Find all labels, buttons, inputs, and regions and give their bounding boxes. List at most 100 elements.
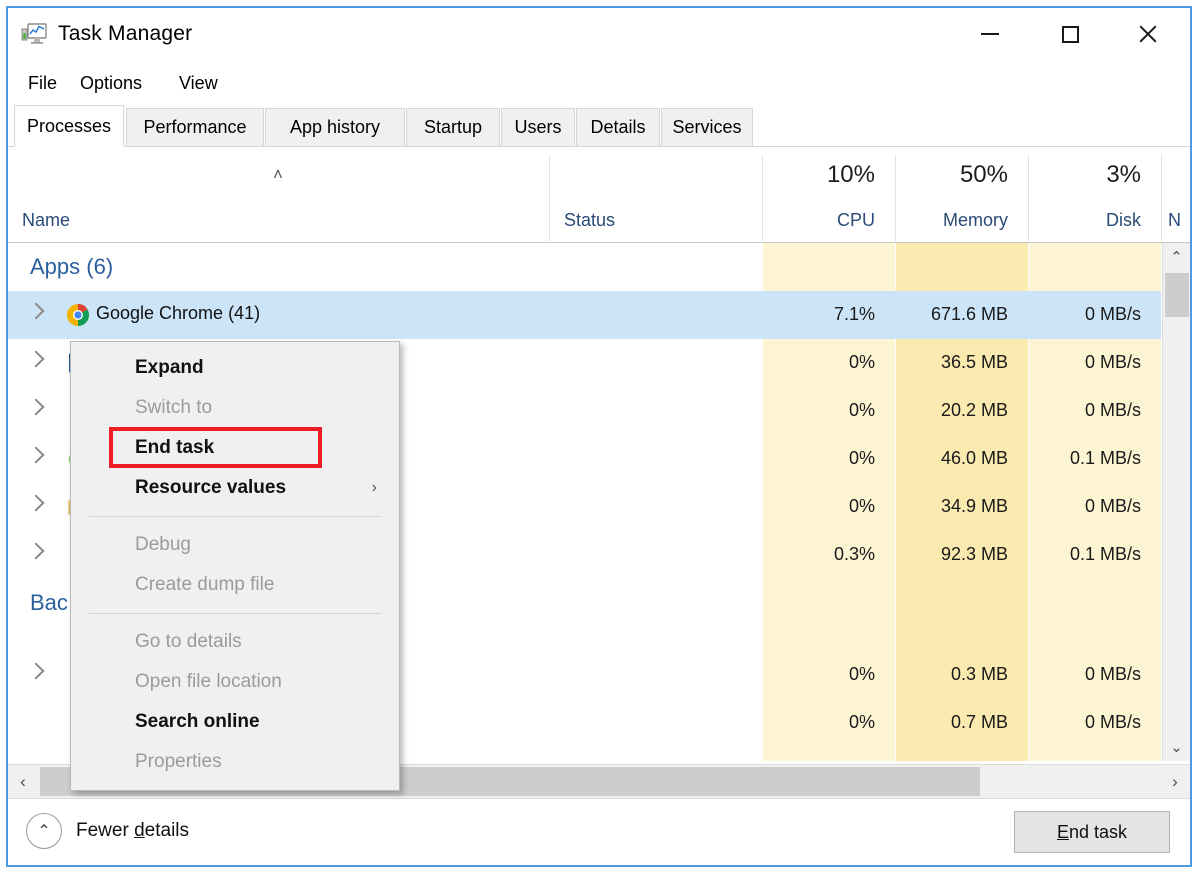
table-row[interactable]: Google Chrome (41) 7.1% 671.6 MB 0 MB/s xyxy=(8,291,1161,339)
expand-chevron-icon[interactable] xyxy=(27,542,45,560)
context-menu-item-switch-to: Switch to xyxy=(135,397,213,418)
menu-view[interactable]: View xyxy=(173,70,224,97)
tab-processes[interactable]: Processes xyxy=(14,105,124,147)
task-manager-window: Task Manager File Options View Processes… xyxy=(6,6,1192,867)
context-menu-separator xyxy=(89,516,381,517)
disk-value: 0.1 MB/s xyxy=(1069,448,1141,468)
fewer-details-button[interactable]: ⌃ Fewer details xyxy=(26,813,189,849)
expand-chevron-icon[interactable] xyxy=(27,398,45,416)
expand-chevron-icon[interactable] xyxy=(27,350,45,368)
memory-value: 36.5 MB xyxy=(940,352,1008,372)
maximize-button[interactable] xyxy=(1034,8,1106,60)
memory-value: 671.6 MB xyxy=(930,304,1008,324)
disk-value: 0.1 MB/s xyxy=(1069,544,1141,564)
disk-value: 0 MB/s xyxy=(1084,664,1141,684)
column-header-cpu[interactable]: CPU xyxy=(763,210,875,231)
context-menu-separator xyxy=(89,613,381,614)
column-header-status[interactable]: Status xyxy=(564,210,615,231)
memory-value: 46.0 MB xyxy=(940,448,1008,468)
menu-file[interactable]: File xyxy=(22,70,63,97)
column-header-memory[interactable]: Memory xyxy=(896,210,1008,231)
expand-chevron-icon[interactable] xyxy=(27,662,45,680)
column-header-name[interactable]: Name xyxy=(22,210,70,231)
column-divider[interactable] xyxy=(549,155,550,241)
cpu-value: 7.1% xyxy=(833,304,875,324)
column-header-disk[interactable]: Disk xyxy=(1029,210,1141,231)
expand-chevron-icon[interactable] xyxy=(27,446,45,464)
disk-value: 0 MB/s xyxy=(1084,712,1141,732)
disk-value: 0 MB/s xyxy=(1084,400,1141,420)
minimize-button[interactable] xyxy=(954,8,1026,60)
vertical-scroll-thumb[interactable] xyxy=(1165,273,1189,317)
fewer-details-label: Fewer details xyxy=(76,820,189,842)
sort-ascending-icon: ˄ xyxy=(273,165,283,184)
cpu-value: 0% xyxy=(848,712,875,732)
process-name: Google Chrome (41) xyxy=(96,303,261,323)
context-menu-item-resource-values[interactable]: Resource values › xyxy=(71,468,399,508)
tab-app-history[interactable]: App history xyxy=(265,108,405,147)
column-header-network[interactable]: N xyxy=(1168,210,1181,231)
menu-options[interactable]: Options xyxy=(74,70,148,97)
cpu-value: 0% xyxy=(848,664,875,684)
scroll-down-icon[interactable]: ⌄ xyxy=(1163,733,1190,761)
column-divider[interactable] xyxy=(1161,155,1162,241)
task-manager-icon xyxy=(20,21,48,47)
context-menu-item-debug: Debug xyxy=(135,534,191,555)
memory-value: 0.3 MB xyxy=(950,664,1008,684)
status-bar: ⌃ Fewer details End task xyxy=(8,798,1190,865)
context-menu-item-search-online[interactable]: Search online xyxy=(71,702,399,742)
disk-value: 0 MB/s xyxy=(1084,496,1141,516)
close-icon xyxy=(1137,23,1159,45)
end-task-button[interactable]: End task xyxy=(1014,811,1170,853)
menu-bar: File Options View xyxy=(8,60,1190,104)
tab-users[interactable]: Users xyxy=(501,108,575,147)
tab-startup[interactable]: Startup xyxy=(406,108,500,147)
memory-total-percent: 50% xyxy=(959,161,1008,188)
scroll-right-icon[interactable]: › xyxy=(1160,765,1190,798)
context-menu-item-expand[interactable]: Expand xyxy=(71,348,399,388)
window-title: Task Manager xyxy=(58,22,193,45)
disk-total-percent: 3% xyxy=(1106,161,1141,188)
group-header-apps: Apps (6) xyxy=(8,243,1161,291)
memory-value: 0.7 MB xyxy=(950,712,1008,732)
fewer-details-accel: d xyxy=(134,820,145,841)
cpu-value: 0% xyxy=(848,448,875,468)
expand-chevron-icon[interactable] xyxy=(27,494,45,512)
memory-value: 20.2 MB xyxy=(940,400,1008,420)
context-menu-item-open-file-location: Open file location xyxy=(135,671,282,692)
chevron-up-circle-icon: ⌃ xyxy=(26,813,62,849)
scroll-left-icon[interactable]: ‹ xyxy=(8,765,38,798)
end-task-button-label: End task xyxy=(1057,822,1127,843)
close-button[interactable] xyxy=(1112,8,1184,60)
cpu-total-percent: 10% xyxy=(826,161,875,188)
memory-value: 34.9 MB xyxy=(940,496,1008,516)
tab-services[interactable]: Services xyxy=(661,108,753,147)
tab-performance[interactable]: Performance xyxy=(126,108,264,147)
context-menu-item-resource-values-label: Resource values xyxy=(135,477,287,498)
cpu-value: 0% xyxy=(848,496,875,516)
expand-chevron-icon[interactable] xyxy=(27,302,45,320)
fewer-details-prefix: Fewer xyxy=(76,820,135,841)
group-label: Apps (6) xyxy=(30,254,114,279)
context-menu-item-create-dump-file: Create dump file xyxy=(135,574,275,595)
context-menu-item-go-to-details: Go to details xyxy=(135,631,242,652)
chevron-right-icon: › xyxy=(371,479,377,496)
tab-details[interactable]: Details xyxy=(576,108,660,147)
context-menu-item-end-task[interactable]: End task xyxy=(71,428,399,468)
vertical-scrollbar[interactable]: ⌃ ⌄ xyxy=(1162,243,1190,761)
group-label: Bac xyxy=(30,590,68,615)
minimize-icon xyxy=(981,33,999,35)
chrome-icon xyxy=(66,303,90,327)
memory-value: 92.3 MB xyxy=(940,544,1008,564)
scroll-up-icon[interactable]: ⌃ xyxy=(1163,243,1190,271)
end-task-accel: E xyxy=(1056,821,1069,842)
tab-strip: Processes Performance App history Startu… xyxy=(8,104,1190,147)
context-menu-item-properties: Properties xyxy=(135,751,222,772)
maximize-icon xyxy=(1061,25,1079,43)
end-task-rest: nd task xyxy=(1068,821,1128,842)
title-bar: Task Manager xyxy=(8,8,1190,60)
fewer-details-suffix: etails xyxy=(144,820,190,841)
context-menu: Expand Switch to End task Resource value… xyxy=(70,341,400,791)
table-header: ˄ Name Status 10% CPU 50% Memory 3% Disk… xyxy=(8,147,1190,243)
cpu-value: 0% xyxy=(848,352,875,372)
